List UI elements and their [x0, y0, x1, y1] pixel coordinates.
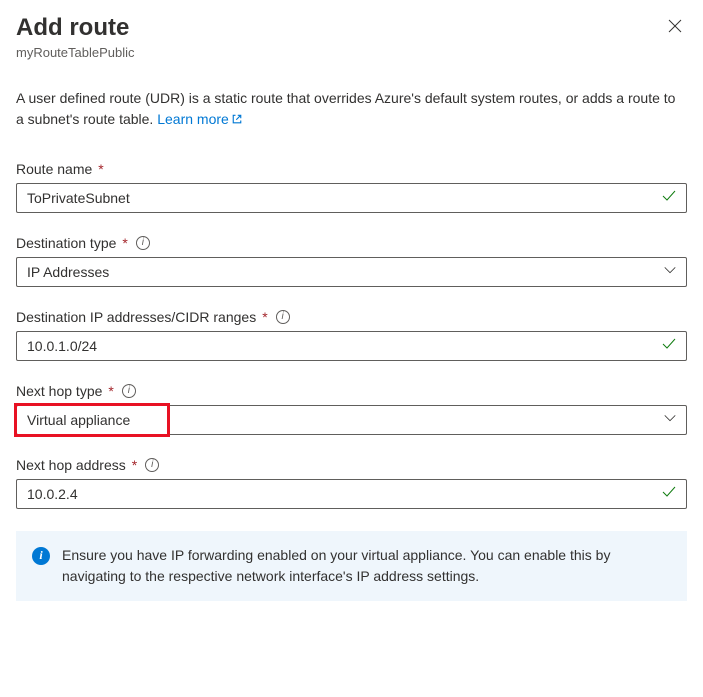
- required-indicator: *: [98, 161, 103, 177]
- required-indicator: *: [262, 309, 267, 325]
- description-body: A user defined route (UDR) is a static r…: [16, 90, 675, 127]
- destination-cidr-field: Destination IP addresses/CIDR ranges* i: [16, 309, 687, 361]
- route-name-input[interactable]: [16, 183, 687, 213]
- next-hop-address-field: Next hop address* i: [16, 457, 687, 509]
- next-hop-address-input[interactable]: [16, 479, 687, 509]
- panel-title: Add route: [16, 14, 129, 43]
- learn-more-link[interactable]: Learn more: [157, 111, 243, 127]
- required-indicator: *: [122, 235, 127, 251]
- route-name-field: Route name*: [16, 161, 687, 213]
- info-icon[interactable]: i: [145, 458, 159, 472]
- next-hop-type-label: Next hop type* i: [16, 383, 687, 399]
- destination-cidr-label: Destination IP addresses/CIDR ranges* i: [16, 309, 687, 325]
- info-icon[interactable]: i: [136, 236, 150, 250]
- close-icon: [667, 18, 683, 34]
- destination-type-select[interactable]: IP Addresses: [16, 257, 687, 287]
- panel-subtitle: myRouteTablePublic: [16, 45, 687, 60]
- next-hop-address-label: Next hop address* i: [16, 457, 687, 473]
- close-button[interactable]: [663, 14, 687, 41]
- info-panel: i Ensure you have IP forwarding enabled …: [16, 531, 687, 601]
- info-panel-text: Ensure you have IP forwarding enabled on…: [62, 545, 671, 587]
- required-indicator: *: [132, 457, 137, 473]
- next-hop-type-select[interactable]: Virtual appliance: [16, 405, 687, 435]
- route-name-label: Route name*: [16, 161, 687, 177]
- next-hop-type-field: Next hop type* i Virtual appliance: [16, 383, 687, 435]
- destination-type-label: Destination type* i: [16, 235, 687, 251]
- destination-cidr-input[interactable]: [16, 331, 687, 361]
- info-icon[interactable]: i: [122, 384, 136, 398]
- info-panel-icon: i: [32, 547, 50, 565]
- description-text: A user defined route (UDR) is a static r…: [16, 88, 687, 131]
- required-indicator: *: [108, 383, 113, 399]
- info-icon[interactable]: i: [276, 310, 290, 324]
- external-link-icon: [231, 110, 243, 131]
- destination-type-field: Destination type* i IP Addresses: [16, 235, 687, 287]
